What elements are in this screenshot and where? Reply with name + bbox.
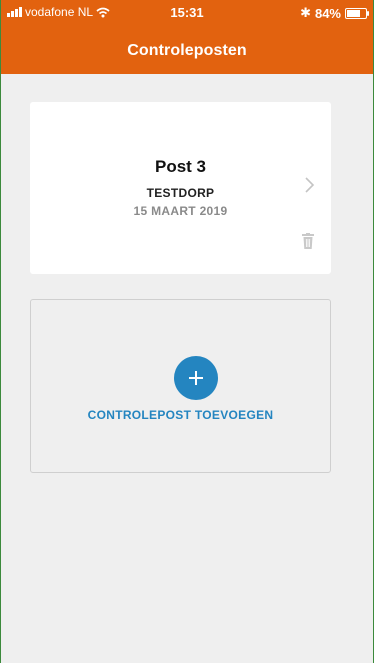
page-title: Controleposten [127, 42, 247, 59]
header: vodafone NL 15:31 ✱ 84% Controleposten [1, 0, 373, 74]
add-post-card[interactable]: CONTROLEPOST TOEVOEGEN [30, 299, 331, 473]
post-card[interactable]: Post 3 TESTDORP 15 MAART 2019 [30, 102, 331, 274]
post-title: Post 3 [154, 157, 207, 176]
post-place: TESTDORP [146, 186, 215, 200]
status-right: ✱ 84% [300, 5, 369, 21]
battery-percentage: 84% [314, 5, 341, 21]
battery-fill [347, 9, 361, 17]
add-icon[interactable] [174, 356, 218, 400]
status-bar: vodafone NL 15:31 ✱ 84% [1, 0, 373, 24]
battery-icon [345, 7, 369, 19]
post-date: 15 MAART 2019 [133, 204, 228, 218]
trash-icon[interactable] [302, 233, 314, 249]
bluetooth-icon: ✱ [300, 5, 311, 20]
add-post-label: CONTROLEPOST TOEVOEGEN [87, 408, 274, 422]
app-screen: vodafone NL 15:31 ✱ 84% Controleposten P… [0, 0, 374, 663]
chevron-right-icon[interactable] [302, 176, 316, 194]
